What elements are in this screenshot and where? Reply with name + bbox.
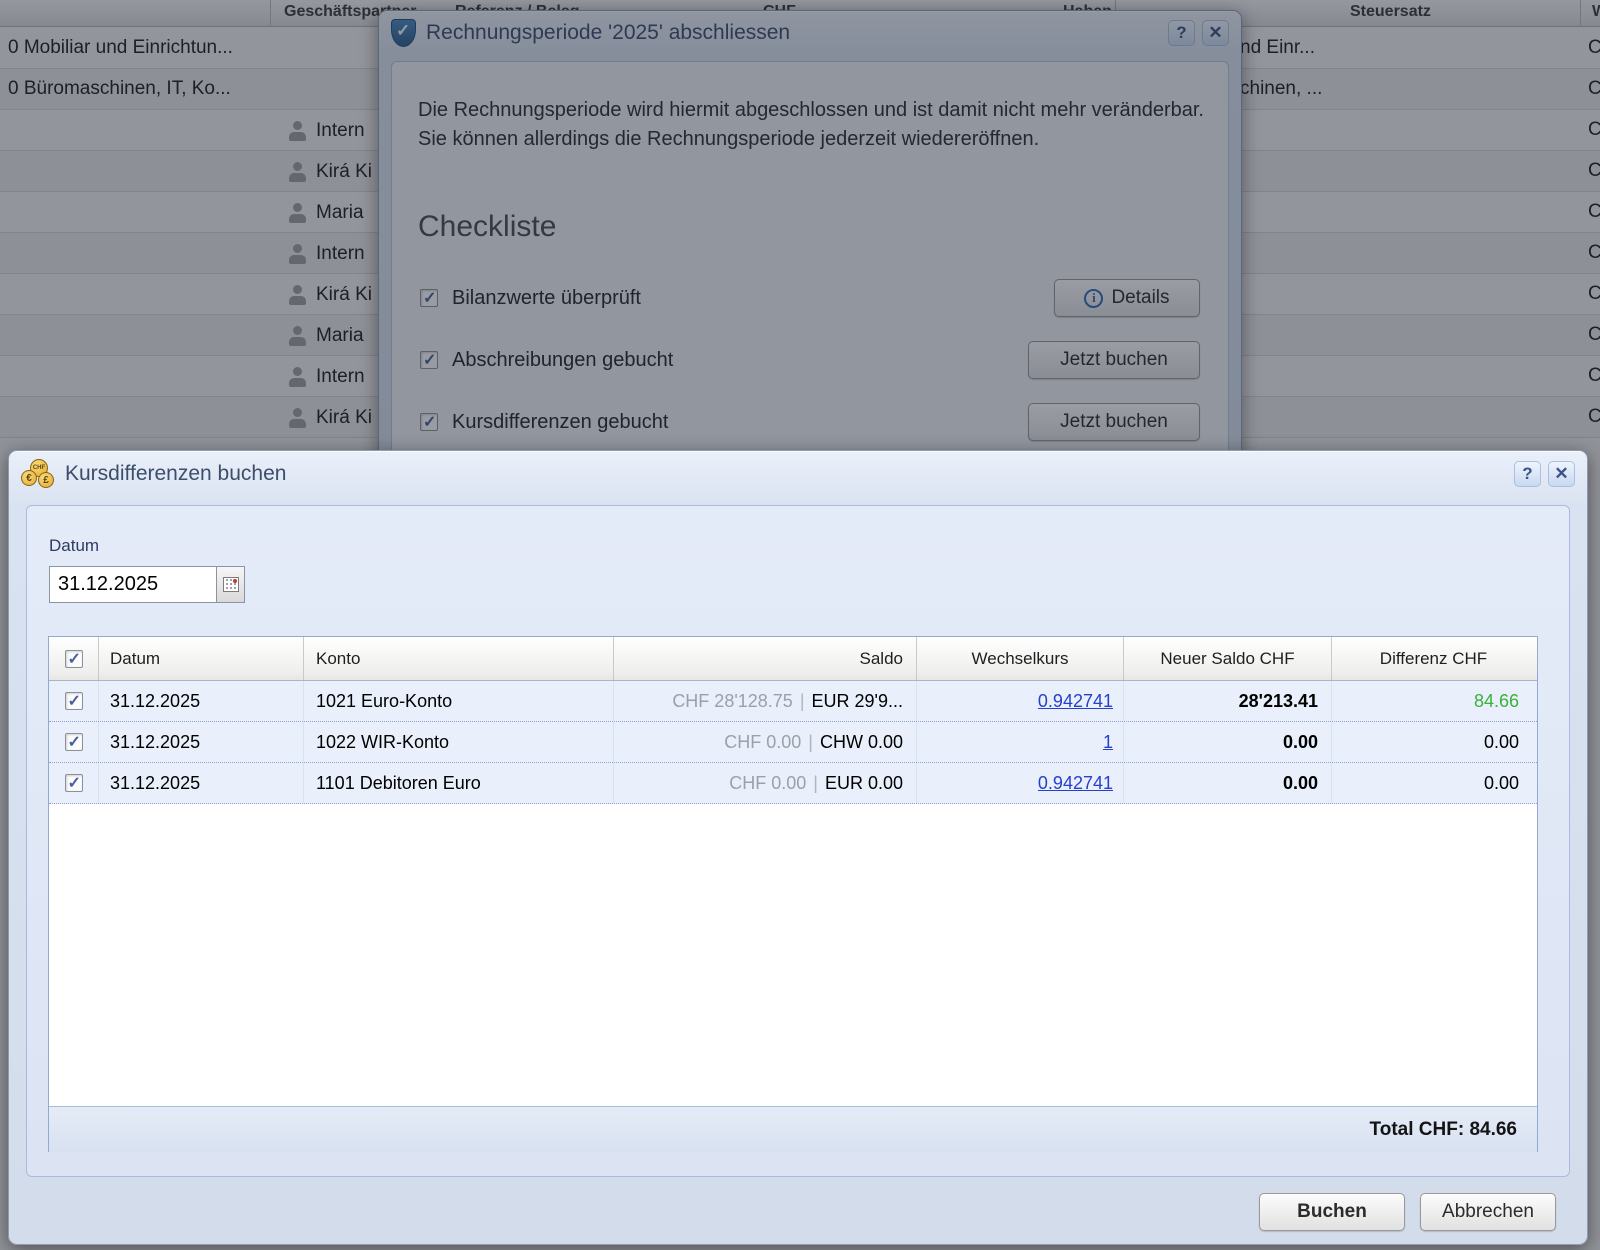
column-header-neuer-saldo: Neuer Saldo CHF xyxy=(1124,637,1332,680)
row-differenz: 0.00 xyxy=(1332,722,1535,762)
row-saldo: CHF 0.00|CHW 0.00 xyxy=(614,722,917,762)
screen: Geschäftspartner Referenz / Beleg CHF Ha… xyxy=(0,0,1600,1250)
total-label: Total CHF: 84.66 xyxy=(1370,1119,1517,1141)
column-header-datum: Datum xyxy=(99,637,304,680)
help-icon[interactable]: ? xyxy=(1514,461,1541,487)
kurs-table: Datum Konto Saldo Wechselkurs Neuer Sald… xyxy=(48,636,1538,1152)
column-header-wechselkurs: Wechselkurs xyxy=(917,637,1124,680)
date-label: Datum xyxy=(49,536,99,556)
row-saldo: CHF 28'128.75|EUR 29'9... xyxy=(614,681,917,721)
kurs-table-header: Datum Konto Saldo Wechselkurs Neuer Sald… xyxy=(49,637,1537,681)
row-neuer-saldo: 28'213.41 xyxy=(1124,681,1332,721)
row-datum: 31.12.2025 xyxy=(99,722,304,762)
kurs-dialog-title: Kursdifferenzen buchen xyxy=(65,462,286,486)
row-checkbox[interactable] xyxy=(65,774,83,792)
row-differenz: 84.66 xyxy=(1332,681,1535,721)
row-konto: 1021 Euro-Konto xyxy=(304,681,614,721)
calendar-button[interactable] xyxy=(216,566,245,603)
kursdifferenzen-dialog: CHF € £ Kursdifferenzen buchen ? ✕ Datum… xyxy=(8,450,1588,1245)
close-icon[interactable]: ✕ xyxy=(1548,461,1575,487)
row-saldo: CHF 0.00|EUR 0.00 xyxy=(614,763,917,803)
row-konto: 1022 WIR-Konto xyxy=(304,722,614,762)
currency-coins-icon: CHF € £ xyxy=(21,459,55,489)
table-empty-area xyxy=(49,804,1537,1106)
kurs-table-row-wir-konto[interactable]: 31.12.2025 1022 WIR-Konto CHF 0.00|CHW 0… xyxy=(49,722,1537,763)
row-datum: 31.12.2025 xyxy=(99,763,304,803)
row-checkbox[interactable] xyxy=(65,733,83,751)
kurs-dialog-body: Datum Datum Konto Saldo Wechselkurs Neue… xyxy=(26,505,1570,1177)
date-input[interactable] xyxy=(49,566,216,603)
kurs-dialog-titlebar: CHF € £ Kursdifferenzen buchen ? ✕ xyxy=(9,451,1587,497)
table-total-row: Total CHF: 84.66 xyxy=(49,1106,1537,1152)
row-konto: 1101 Debitoren Euro xyxy=(304,763,614,803)
abbrechen-button[interactable]: Abbrechen xyxy=(1420,1193,1556,1231)
column-header-konto: Konto xyxy=(304,637,614,680)
buchen-button[interactable]: Buchen xyxy=(1259,1193,1405,1231)
calendar-icon xyxy=(223,577,239,592)
wechselkurs-link[interactable]: 0.942741 xyxy=(1038,773,1113,794)
column-header-differenz: Differenz CHF xyxy=(1332,637,1535,680)
kurs-table-row-debitoren-euro[interactable]: 31.12.2025 1101 Debitoren Euro CHF 0.00|… xyxy=(49,763,1537,804)
row-neuer-saldo: 0.00 xyxy=(1124,722,1332,762)
row-differenz: 0.00 xyxy=(1332,763,1535,803)
gbp-coin: £ xyxy=(38,472,54,488)
eur-coin: € xyxy=(21,470,37,486)
kurs-table-row-euro-konto[interactable]: 31.12.2025 1021 Euro-Konto CHF 28'128.75… xyxy=(49,681,1537,722)
wechselkurs-link[interactable]: 0.942741 xyxy=(1038,691,1113,712)
wechselkurs-link[interactable]: 1 xyxy=(1103,732,1113,753)
row-datum: 31.12.2025 xyxy=(99,681,304,721)
row-neuer-saldo: 0.00 xyxy=(1124,763,1332,803)
select-all-checkbox[interactable] xyxy=(65,650,83,668)
row-checkbox[interactable] xyxy=(65,692,83,710)
column-header-saldo: Saldo xyxy=(614,637,917,680)
